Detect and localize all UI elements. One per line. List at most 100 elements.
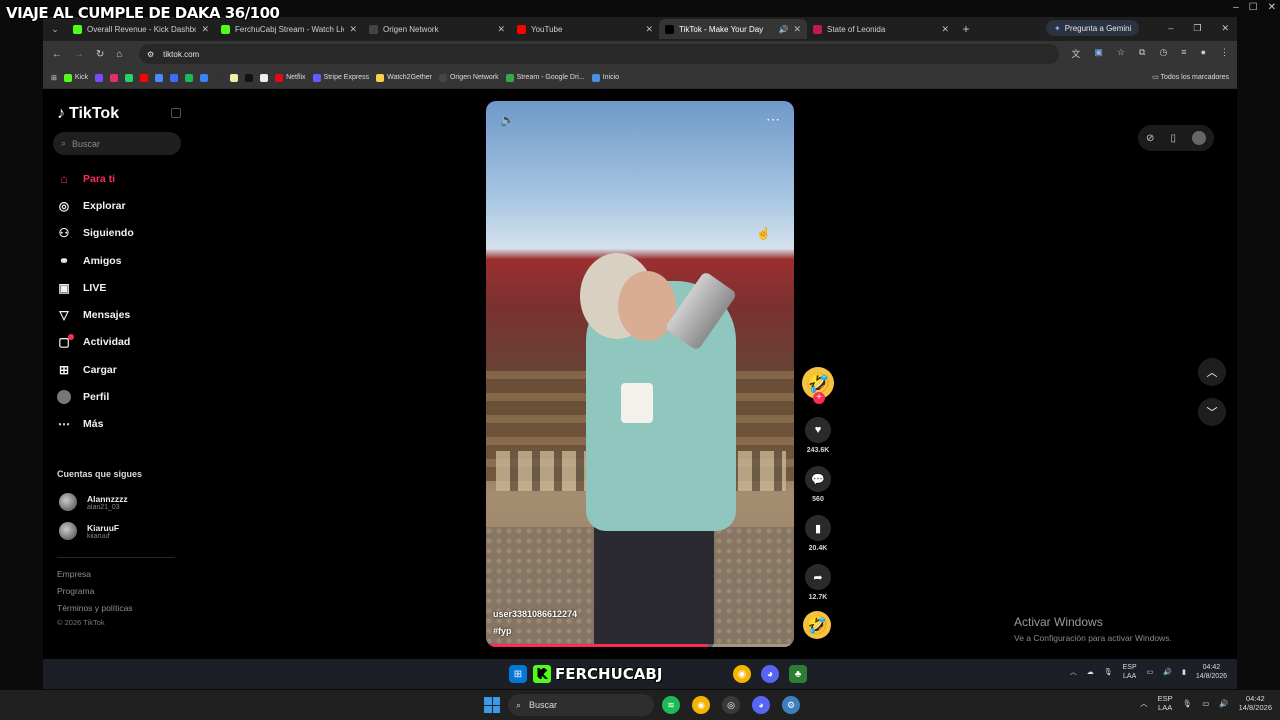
close-icon[interactable]: ✕ (1221, 23, 1229, 34)
bookmark-0[interactable]: Kick (63, 73, 88, 82)
clock[interactable]: 04:42 14/8/2026 (1239, 694, 1272, 712)
extensions-icon[interactable]: ⧉ (1139, 47, 1145, 60)
reload-icon[interactable]: ↻ (96, 49, 104, 60)
minimize-icon[interactable]: – (1233, 2, 1239, 13)
spotify-icon[interactable]: ≋ (662, 696, 680, 714)
taskbar-search[interactable]: ⌕ Buscar (508, 694, 654, 716)
footer-link-terms[interactable]: Términos y políticas (57, 603, 133, 613)
tab-search-icon[interactable]: ⌄ (43, 24, 67, 35)
bookmark-9[interactable] (215, 73, 224, 82)
video-progress-bar[interactable] (486, 644, 794, 647)
cast-icon[interactable]: ▣ (1094, 47, 1103, 60)
more-options-icon[interactable]: ⋯ (766, 111, 780, 128)
clock[interactable]: 04:42 14/8/2026 (1196, 663, 1227, 681)
tab-close-icon[interactable]: ✕ (645, 24, 653, 35)
tab-close-icon[interactable]: ✕ (497, 24, 505, 35)
followed-account[interactable]: KiaruuF kiiaruuf (59, 522, 119, 540)
battery-icon[interactable]: ▮ (1182, 668, 1186, 676)
windows-start-icon[interactable]: ⊞ (509, 665, 527, 683)
bookmark-6[interactable] (170, 73, 179, 82)
back-icon[interactable]: ← (52, 49, 62, 60)
bookmark-4[interactable] (140, 73, 149, 82)
sidebar-item-2[interactable]: ⚇ Siguiendo (57, 220, 177, 247)
video-hashtag[interactable]: #fyp (493, 626, 512, 636)
chrome-icon[interactable]: ◉ (692, 696, 710, 714)
follow-plus-icon[interactable]: + (813, 392, 825, 404)
bookmark-7[interactable] (185, 73, 194, 82)
tab-2[interactable]: Origen Network ✕ (363, 19, 511, 39)
sound-disc-icon[interactable]: 🤣 (803, 611, 831, 639)
apps-grid-icon[interactable]: ⊞ (51, 74, 57, 82)
sidebar-item-3[interactable]: ⚭ Amigos (57, 247, 177, 274)
bookmark-12[interactable] (260, 73, 269, 82)
maximize-icon[interactable]: ☐ (1249, 2, 1258, 13)
collapse-sidebar-icon[interactable] (171, 108, 181, 118)
save-action[interactable]: ▮ 20.4K (800, 515, 836, 552)
bookmark-1[interactable] (95, 73, 104, 82)
creator-avatar[interactable]: 🤣 + (802, 367, 834, 404)
sidebar-item-0[interactable]: ⌂ Para ti (57, 165, 177, 192)
previous-video-button[interactable]: ︿ (1198, 358, 1226, 386)
bookmark-15[interactable]: Watch2Gether (376, 73, 432, 82)
address-bar[interactable]: ⚙ tiktok.com (139, 44, 1059, 64)
mic-icon[interactable]: 🎙 (1183, 699, 1193, 708)
cloud-icon[interactable]: ☁ (1087, 668, 1094, 676)
home-icon[interactable]: ⌂ (116, 49, 122, 60)
tab-4[interactable]: TikTok - Make Your Day 🔊 ✕ (659, 19, 807, 39)
video-player[interactable]: 🔈 ⋯ user3381086612274 #fyp (486, 101, 794, 647)
forward-icon[interactable]: → (74, 49, 84, 60)
minimize-icon[interactable]: – (1168, 23, 1173, 34)
explore-compass-icon[interactable]: ⊘ (1146, 133, 1154, 144)
video-username[interactable]: user3381086612274 (493, 609, 577, 619)
tab-0[interactable]: Overall Revenue - Kick Dashbo ✕ (67, 19, 215, 39)
sidebar-item-4[interactable]: ▣ LIVE (57, 274, 177, 301)
volume-icon[interactable]: 🔈 (500, 113, 515, 127)
history-icon[interactable]: ◷ (1159, 47, 1167, 60)
language-indicator[interactable]: ESP LAA (1158, 694, 1173, 712)
translate-icon[interactable]: 文 (1071, 47, 1080, 60)
profile-icon[interactable]: ● (1201, 47, 1206, 60)
device-icon[interactable]: ▯ (1170, 133, 1176, 144)
footer-link-company[interactable]: Empresa (57, 569, 91, 579)
media-icon[interactable]: ≡ (1181, 47, 1186, 60)
tab-close-icon[interactable]: ✕ (349, 24, 357, 35)
close-icon[interactable]: ✕ (1268, 2, 1276, 13)
tray-chevron-up-icon[interactable]: ︿ (1140, 698, 1148, 709)
tab-close-icon[interactable]: ✕ (201, 24, 209, 35)
tab-5[interactable]: State of Leonida ✕ (807, 19, 955, 39)
tab-audio-icon[interactable]: 🔊 (778, 25, 788, 34)
discord-icon[interactable]: ◕ (752, 696, 770, 714)
bookmark-14[interactable]: Stripe Express (312, 73, 369, 82)
display-icon[interactable]: ▭ (1147, 668, 1154, 676)
bookmark-10[interactable] (230, 73, 239, 82)
site-info-icon[interactable]: ⚙ (147, 50, 154, 59)
tab-1[interactable]: FerchuCabj Stream - Watch Liv ✕ (215, 19, 363, 39)
search-input[interactable] (72, 138, 173, 149)
like-action[interactable]: ♥ 243.6K (800, 417, 836, 454)
new-tab-button[interactable]: + (955, 22, 977, 36)
settings-gear-icon[interactable]: ⚙ (782, 696, 800, 714)
obs-icon[interactable]: ◎ (722, 696, 740, 714)
bookmark-8[interactable] (200, 73, 209, 82)
app-icon[interactable]: ♣ (789, 665, 807, 683)
tray-chevron-up-icon[interactable]: ︿ (1070, 667, 1077, 677)
followed-account[interactable]: Alannzzzz alan21_03 (59, 493, 128, 511)
sidebar-item-8[interactable]: Perfil (57, 383, 177, 410)
bookmark-icon[interactable]: ▮ (805, 515, 831, 541)
bookmark-11[interactable] (245, 73, 254, 82)
sidebar-item-7[interactable]: ⊞ Cargar (57, 356, 177, 383)
sidebar-item-1[interactable]: ◎ Explorar (57, 192, 177, 219)
tab-3[interactable]: YouTube ✕ (511, 19, 659, 39)
language-indicator[interactable]: ESP LAA (1123, 663, 1137, 681)
sidebar-item-9[interactable]: ⋯ Más (57, 411, 177, 438)
mic-icon[interactable]: 🎙 (1104, 668, 1113, 676)
display-icon[interactable]: ▭ (1202, 699, 1209, 708)
tab-close-icon[interactable]: ✕ (793, 24, 801, 35)
share-icon[interactable]: ➦ (805, 564, 831, 590)
heart-icon[interactable]: ♥ (805, 417, 831, 443)
bookmark-16[interactable]: Origen Network (438, 73, 499, 82)
bookmark-17[interactable]: Stream - Google Dri... (505, 73, 585, 82)
footer-link-program[interactable]: Programa (57, 586, 94, 596)
all-bookmarks[interactable]: ▭ Todos los marcadores (1152, 73, 1229, 81)
menu-icon[interactable]: ⋮ (1220, 47, 1229, 60)
